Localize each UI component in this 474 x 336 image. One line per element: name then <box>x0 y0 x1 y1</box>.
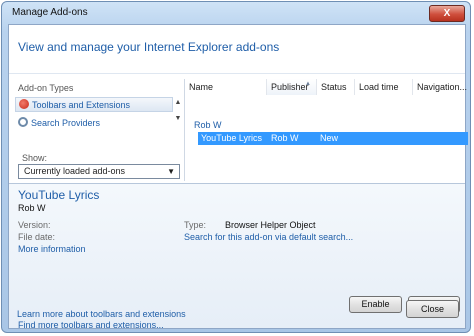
search-icon <box>18 117 28 127</box>
column-header-name[interactable]: Name <box>185 79 267 95</box>
addon-type-search-providers[interactable]: Search Providers <box>15 116 173 131</box>
show-dropdown-value: Currently loaded add-ons <box>24 166 126 176</box>
enable-button[interactable]: Enable <box>349 296 402 313</box>
type-value: Browser Helper Object <box>225 220 316 230</box>
details-pane: YouTube Lyrics Rob W Version: File date:… <box>9 184 465 330</box>
addon-type-label: Toolbars and Extensions <box>32 100 131 110</box>
window-close-button[interactable]: X <box>429 5 465 22</box>
details-addon-name: YouTube Lyrics <box>18 188 100 202</box>
column-header-load-time[interactable]: Load time <box>355 79 413 95</box>
scroll-up-arrow-icon[interactable]: ▲ <box>173 99 183 111</box>
more-information-link[interactable]: More information <box>18 244 86 254</box>
sort-ascending-icon: ▲ <box>305 81 311 87</box>
show-label: Show: <box>22 153 48 163</box>
search-addon-link[interactable]: Search for this add-on via default searc… <box>184 232 353 242</box>
row-publisher: Rob W <box>271 133 299 143</box>
show-dropdown[interactable]: Currently loaded add-ons ▼ <box>18 164 180 179</box>
details-publisher: Rob W <box>18 203 46 213</box>
chevron-down-icon: ▼ <box>167 167 175 176</box>
column-header-navigation[interactable]: Navigation... <box>413 79 467 95</box>
close-button[interactable]: Close <box>406 300 459 318</box>
gear-icon <box>19 99 29 109</box>
header-band: View and manage your Internet Explorer a… <box>9 25 465 74</box>
manage-addons-window: Manage Add-ons X View and manage your In… <box>1 1 471 333</box>
column-header-status[interactable]: Status <box>317 79 355 95</box>
table-row[interactable]: YouTube Lyrics Rob W New <box>198 132 468 145</box>
scroll-down-arrow-icon[interactable]: ▼ <box>173 115 183 127</box>
addon-type-toolbars[interactable]: Toolbars and Extensions <box>15 97 173 112</box>
row-name: YouTube Lyrics <box>201 133 263 143</box>
publisher-group-label: Rob W <box>194 120 222 130</box>
column-header-publisher[interactable]: Publisher ▲ <box>267 79 317 95</box>
type-label: Type: <box>184 220 207 230</box>
find-more-toolbars-link[interactable]: Find more toolbars and extensions... <box>18 320 164 330</box>
addon-type-label: Search Providers <box>31 118 101 128</box>
dialog-client-area: View and manage your Internet Explorer a… <box>8 24 468 330</box>
file-date-label: File date: <box>18 232 56 242</box>
learn-more-link[interactable]: Learn more about toolbars and extensions <box>17 309 186 319</box>
addon-types-label: Add-on Types <box>18 83 74 93</box>
version-label: Version: <box>18 220 51 230</box>
row-status: New <box>320 133 339 143</box>
header-title: View and manage your Internet Explorer a… <box>18 40 280 54</box>
addon-list[interactable]: Name Publisher ▲ Status Load time Naviga… <box>184 79 468 181</box>
column-header-publisher-label: Publisher <box>271 82 309 92</box>
title-bar[interactable]: Manage Add-ons X <box>2 2 470 24</box>
window-title: Manage Add-ons <box>12 7 88 18</box>
